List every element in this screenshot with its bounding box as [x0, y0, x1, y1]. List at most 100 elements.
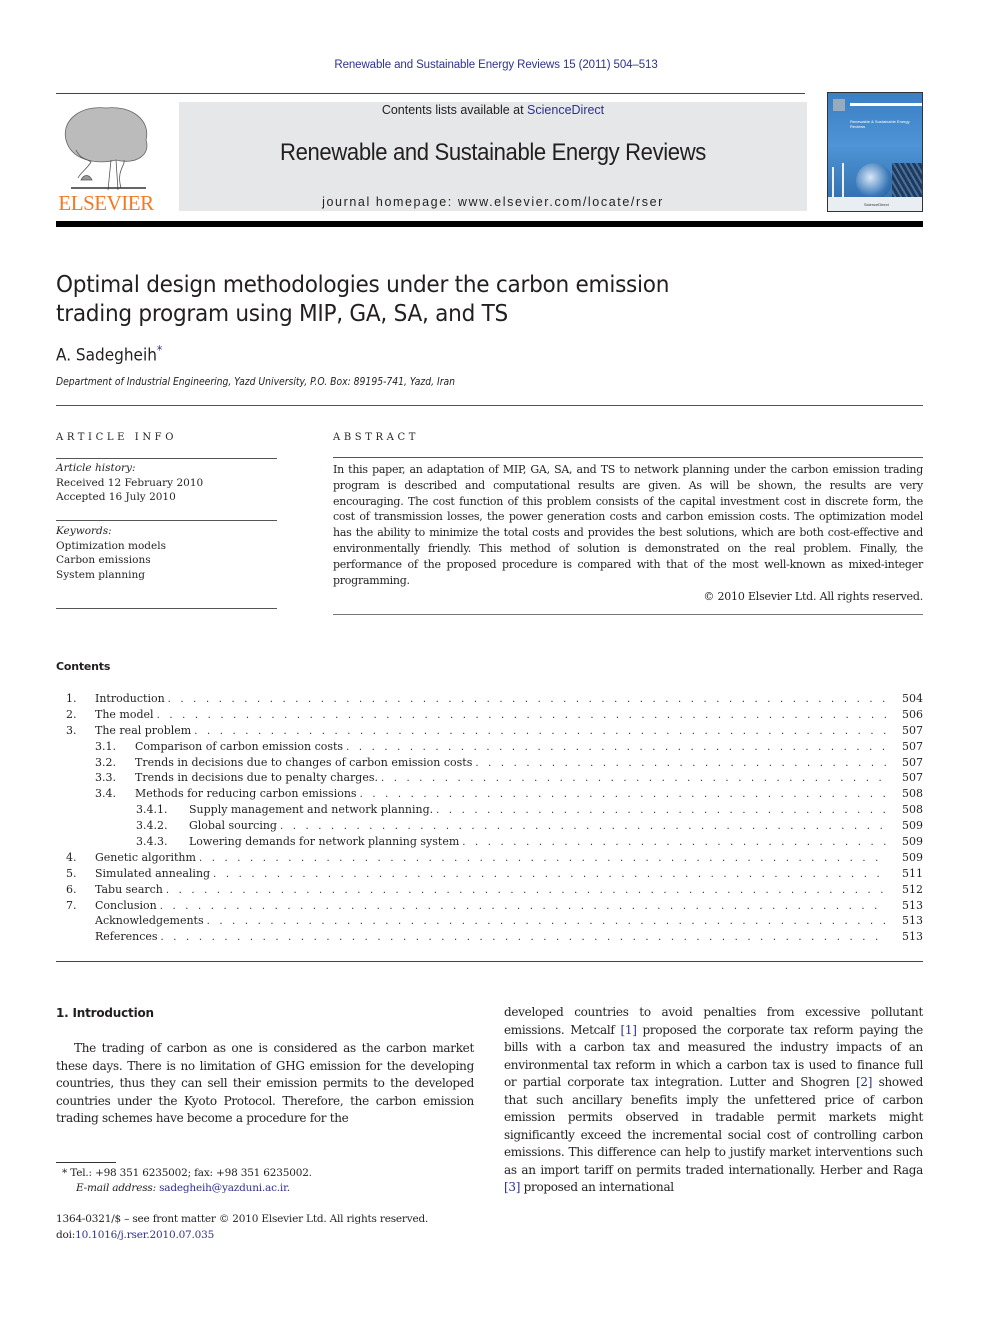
abstract-copyright: © 2010 Elsevier Ltd. All rights reserved…	[703, 590, 923, 603]
email-link[interactable]: sadegheih@yazduni.ac.ir	[159, 1182, 287, 1194]
toc-entry-page[interactable]: 508	[887, 802, 923, 818]
toc-entry-title[interactable]: Genetic algorithm	[95, 849, 199, 866]
toc-entry[interactable]: 5. Simulated annealing . . . . . . . . . …	[56, 865, 923, 882]
toc-entry[interactable]: 3.2. Trends in decisions due to changes o…	[56, 754, 923, 771]
divider	[56, 608, 277, 609]
toc-leader-dots: . . . . . . . . . . . . . . . . . . . . …	[165, 884, 887, 896]
toc-entry-title[interactable]: Trends in decisions due to changes of ca…	[135, 754, 476, 771]
toc-entry-number: 4.	[66, 850, 77, 864]
doi-line: doi:10.1016/j.rser.2010.07.035	[56, 1227, 428, 1243]
keywords-label: Keywords:	[56, 525, 112, 537]
reference-link[interactable]: [3]	[504, 1180, 520, 1194]
toc-leader-dots: . . . . . . . . . . . . . . . . . . . . …	[167, 694, 887, 705]
toc-entry-number: 3.3.	[95, 771, 116, 785]
footnote-contact: Tel.: +98 351 6235002; fax: +98 351 6235…	[67, 1167, 312, 1179]
toc-leader-dots: . . . . . . . . . . . . . . . . . . . . …	[156, 709, 887, 721]
reference-link[interactable]: [1]	[620, 1023, 636, 1037]
toc-entry-number: 3.4.3.	[136, 835, 168, 849]
article-title-line: trading program using MIP, GA, SA, and T…	[56, 299, 509, 327]
toc-entry-page[interactable]: 504	[887, 691, 923, 707]
toc-entry[interactable]: Acknowledgements . . . . . . . . . . . .…	[56, 913, 923, 930]
toc-entry-page[interactable]: 507	[887, 755, 923, 771]
toc-leader-dots: . . . . . . . . . . . . . . . . . . . . …	[380, 773, 887, 785]
abstract-heading: ABSTRACT	[333, 432, 419, 443]
section-heading-introduction: 1. Introduction	[56, 1006, 154, 1020]
toc-entry-title[interactable]: The model	[95, 706, 157, 723]
issn-line: 1364-0321/$ – see front matter © 2010 El…	[56, 1213, 429, 1225]
toc-entry-title[interactable]: Global sourcing	[189, 818, 280, 835]
toc-entry[interactable]: 3. The real problem . . . . . . . . . . .…	[56, 722, 923, 739]
contents-available-text: Contents lists available at	[381, 103, 528, 117]
toc-entry-title[interactable]: Lowering demands for network planning sy…	[189, 834, 463, 850]
toc-entry-title[interactable]: Methods for reducing carbon emissions	[135, 786, 360, 803]
accepted-date: Accepted 16 July 2010	[56, 491, 176, 504]
toc-entry-title[interactable]: Trends in decisions due to penalty charg…	[135, 770, 381, 787]
toc-entry[interactable]: 3.4.1. Supply management and network plan…	[56, 802, 923, 819]
journal-cover-image: Renewable & Sustainable Energy Reviews S…	[827, 92, 923, 212]
toc-leader-dots: . . . . . . . . . . . . . . . . . . . . …	[462, 837, 887, 849]
toc-leader-dots: . . . . . . . . . . . . . . . . . . . . …	[198, 852, 887, 864]
toc-entry-title[interactable]: Conclusion	[95, 897, 160, 914]
toc-entry-title[interactable]: Introduction	[95, 691, 168, 707]
reference-link[interactable]: [2]	[856, 1075, 872, 1089]
front-matter: 1364-0321/$ – see front matter © 2010 El…	[56, 1211, 428, 1243]
divider	[333, 614, 923, 615]
toc-entry-page[interactable]: 509	[887, 850, 923, 866]
toc-entry-number: 3.2.	[95, 755, 116, 769]
toc-entry-title[interactable]: The real problem	[95, 722, 195, 739]
sciencedirect-link[interactable]: ScienceDirect	[527, 103, 604, 117]
toc-entry[interactable]: 3.4.2. Global sourcing . . . . . . . . . …	[56, 818, 923, 835]
toc-entry-page[interactable]: 509	[887, 818, 923, 834]
toc-entry[interactable]: 1. Introduction . . . . . . . . . . . . .…	[56, 691, 923, 707]
toc-entry[interactable]: 2. The model . . . . . . . . . . . . . . …	[56, 706, 923, 723]
toc-entry-number: 5.	[66, 866, 77, 880]
toc-entry-page[interactable]: 511	[887, 866, 923, 882]
toc-entry-title[interactable]: Supply management and network planning.	[189, 802, 437, 819]
toc-entry-page[interactable]: 507	[887, 739, 923, 755]
toc-entry-page[interactable]: 513	[887, 913, 923, 929]
author-affiliation: Department of Industrial Engineering, Ya…	[56, 376, 456, 388]
toc-entry-page[interactable]: 506	[887, 707, 923, 723]
toc-leader-dots: . . . . . . . . . . . . . . . . . . . . …	[159, 900, 887, 912]
author-footnote-link[interactable]: *	[157, 343, 162, 357]
toc-entry-page[interactable]: 509	[887, 834, 923, 850]
keywords: Keywords: Optimization models Carbon emi…	[56, 524, 277, 582]
toc-entry[interactable]: 7. Conclusion . . . . . . . . . . . . . .…	[56, 897, 923, 914]
toc-entry[interactable]: 3.4.3. Lowering demands for network plann…	[56, 834, 923, 850]
contents-heading: Contents	[56, 660, 111, 673]
toc-entry-title[interactable]: References	[95, 929, 161, 946]
footnote-email-line: E-mail address: sadegheih@yazduni.ac.ir.	[62, 1181, 312, 1196]
toc-entry[interactable]: References . . . . . . . . . . . . . . .…	[56, 929, 923, 946]
toc-entry-title[interactable]: Acknowledgements	[95, 913, 207, 930]
toc-entry-title[interactable]: Comparison of carbon emission costs	[135, 738, 347, 755]
toc-entry-page[interactable]: 513	[887, 898, 923, 914]
toc-entry[interactable]: 3.4. Methods for reducing carbon emission…	[56, 786, 923, 803]
journal-homepage-url[interactable]: www.elsevier.com/locate/rser	[458, 195, 664, 209]
toc-entry-page[interactable]: 512	[887, 882, 923, 898]
cover-strip	[850, 103, 922, 106]
toc-entry-page[interactable]: 507	[887, 723, 923, 739]
toc-leader-dots: . . . . . . . . . . . . . . . . . . . . …	[160, 932, 887, 944]
toc-entry-page[interactable]: 513	[887, 929, 923, 945]
journal-title: Renewable and Sustainable Energy Reviews	[280, 139, 706, 166]
cover-footer-text: ScienceDirect	[864, 202, 889, 207]
received-date: Received 12 February 2010	[56, 476, 204, 489]
body-text-left-column: The trading of carbon as one is consider…	[56, 1041, 474, 1125]
body-text: proposed an international	[520, 1180, 675, 1194]
divider	[56, 520, 277, 521]
toc-entry[interactable]: 6. Tabu search . . . . . . . . . . . . . …	[56, 881, 923, 898]
footnote-divider	[56, 1162, 116, 1163]
toc-entry[interactable]: 3.3. Trends in decisions due to penalty c…	[56, 770, 923, 787]
journal-citation-link[interactable]: Renewable and Sustainable Energy Reviews…	[0, 59, 992, 71]
toc-entry-page[interactable]: 508	[887, 786, 923, 802]
cover-globe-icon	[856, 163, 892, 199]
doi-link[interactable]: 10.1016/j.rser.2010.07.035	[75, 1229, 214, 1241]
toc-leader-dots: . . . . . . . . . . . . . . . . . . . . …	[213, 868, 887, 880]
article-history: Article history: Received 12 February 20…	[56, 461, 277, 505]
toc-entry-title[interactable]: Tabu search	[95, 881, 166, 898]
toc-entry[interactable]: 3.1. Comparison of carbon emission costs …	[56, 738, 923, 755]
toc-entry[interactable]: 4. Genetic algorithm . . . . . . . . . . …	[56, 849, 923, 866]
toc-entry-page[interactable]: 507	[887, 770, 923, 786]
toc-entry-title[interactable]: Simulated annealing	[95, 865, 214, 882]
author-name-text: A. Sadegheih	[56, 345, 157, 366]
